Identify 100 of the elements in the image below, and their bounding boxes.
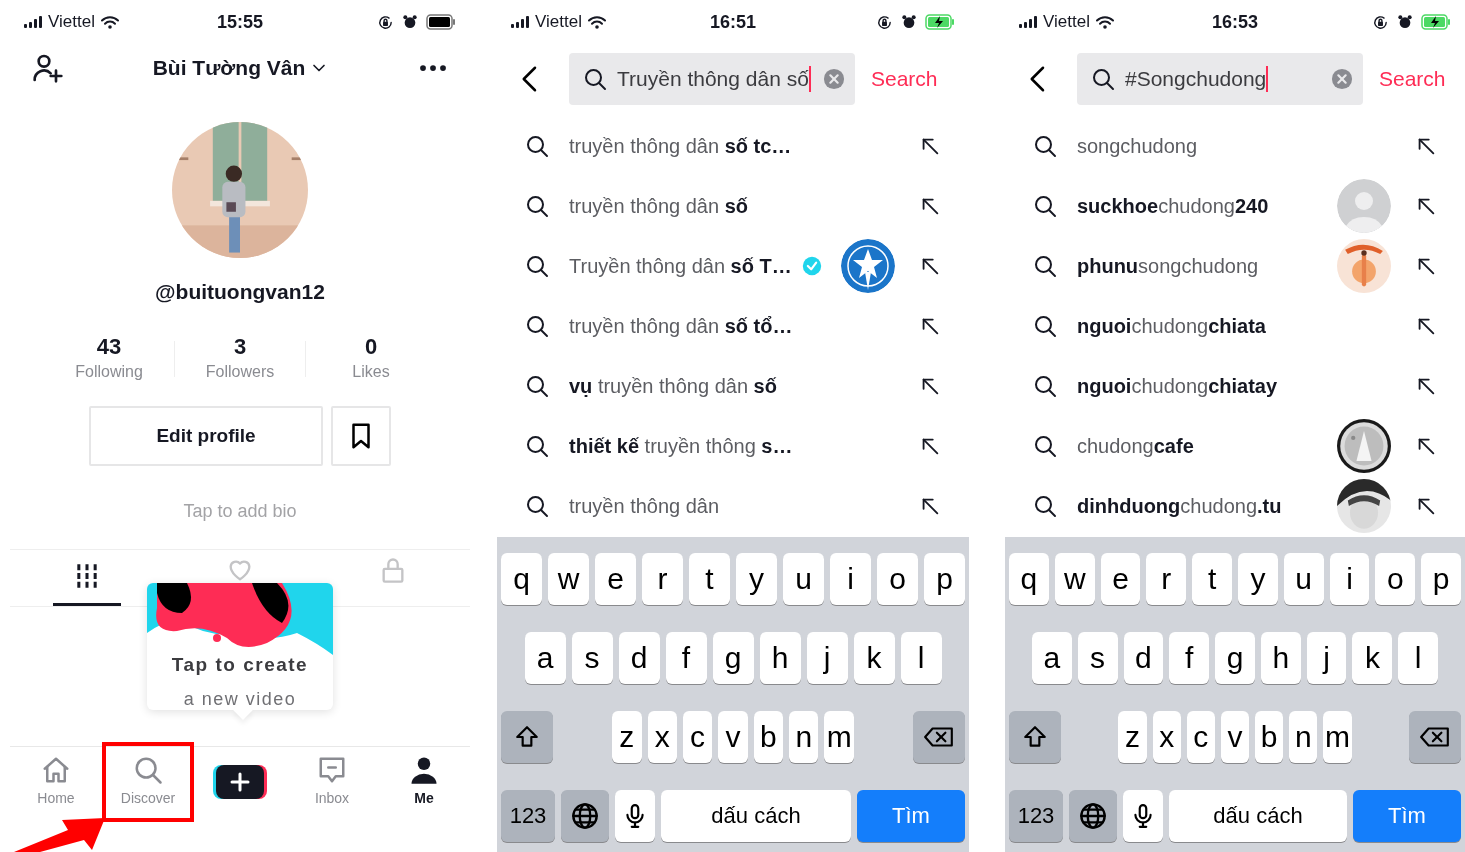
- key[interactable]: f: [1169, 632, 1210, 684]
- key[interactable]: d: [1123, 632, 1164, 684]
- suggestion-text[interactable]: phunusongchudong: [1077, 251, 1259, 281]
- key[interactable]: q: [501, 553, 542, 605]
- key[interactable]: g: [712, 632, 754, 684]
- key[interactable]: u: [783, 553, 824, 605]
- key[interactable]: p: [1421, 553, 1461, 605]
- search-field[interactable]: #Songchudong: [1077, 53, 1363, 105]
- backspace-key[interactable]: [913, 711, 965, 763]
- key[interactable]: t: [1192, 553, 1232, 605]
- search-icon: [1033, 254, 1057, 278]
- suggestion-text[interactable]: truyền thông dân: [569, 491, 720, 521]
- suggestion-text[interactable]: nguoichudongchiatay: [1077, 371, 1278, 401]
- key[interactable]: i: [1329, 553, 1370, 605]
- key[interactable]: x: [1152, 711, 1181, 763]
- key[interactable]: p: [924, 553, 965, 605]
- key[interactable]: s: [1077, 632, 1118, 684]
- space-key[interactable]: dấu cách: [1169, 790, 1347, 842]
- key[interactable]: r: [642, 553, 683, 605]
- key[interactable]: b: [753, 711, 784, 763]
- key[interactable]: o: [1375, 553, 1416, 605]
- key[interactable]: g: [1215, 632, 1255, 684]
- suggestion-text[interactable]: vụ truyền thông dân số: [569, 371, 777, 401]
- key[interactable]: c: [1186, 711, 1215, 763]
- numbers-key[interactable]: 123: [1009, 790, 1063, 842]
- bookmark-button[interactable]: [331, 405, 391, 466]
- nav-tab[interactable]: Inbox: [286, 747, 378, 816]
- key[interactable]: a: [1031, 632, 1072, 684]
- key[interactable]: n: [789, 711, 819, 763]
- key[interactable]: b: [1255, 711, 1284, 763]
- key[interactable]: m: [824, 711, 854, 763]
- key[interactable]: j: [1306, 632, 1347, 684]
- key[interactable]: w: [1054, 553, 1095, 605]
- key[interactable]: k: [1352, 632, 1393, 684]
- search-key[interactable]: Tìm: [857, 790, 965, 842]
- search-button[interactable]: Search: [1379, 63, 1446, 95]
- edit-profile-button[interactable]: Edit profile: [89, 405, 323, 466]
- nav-tab[interactable]: Me: [378, 747, 470, 816]
- key[interactable]: o: [877, 553, 918, 605]
- shift-key[interactable]: [501, 711, 553, 763]
- key[interactable]: k: [853, 632, 895, 684]
- search-key[interactable]: Tìm: [1353, 790, 1461, 842]
- key[interactable]: r: [1146, 553, 1187, 605]
- key[interactable]: d: [618, 632, 660, 684]
- globe-key[interactable]: [1069, 790, 1117, 842]
- key[interactable]: z: [612, 711, 642, 763]
- key[interactable]: a: [524, 632, 566, 684]
- search-icon: [1033, 194, 1057, 218]
- clear-icon[interactable]: [1331, 68, 1353, 90]
- key[interactable]: e: [595, 553, 636, 605]
- suggestion-text[interactable]: suckhoechudong240: [1077, 191, 1269, 221]
- search-icon: [1033, 494, 1057, 518]
- key[interactable]: s: [571, 632, 613, 684]
- create-tooltip[interactable]: Tap to create a new video: [147, 583, 333, 710]
- mic-key[interactable]: [615, 790, 655, 842]
- key[interactable]: n: [1289, 711, 1318, 763]
- key[interactable]: m: [1323, 711, 1352, 763]
- suggestion-text[interactable]: chudongcafe: [1077, 431, 1194, 461]
- profile-name[interactable]: Bùi Tường Vân: [152, 52, 306, 84]
- key[interactable]: h: [1260, 632, 1301, 684]
- suggestion-text[interactable]: truyền thông dân số tổ…: [569, 311, 793, 341]
- create-button[interactable]: [213, 764, 267, 799]
- key[interactable]: j: [806, 632, 848, 684]
- key[interactable]: l: [900, 632, 942, 684]
- suggestion-text[interactable]: thiết kế truyền thông s…: [569, 431, 793, 461]
- text-cursor: [808, 66, 811, 92]
- alarm-icon: [1397, 14, 1413, 30]
- key[interactable]: y: [1238, 553, 1278, 605]
- key[interactable]: y: [736, 553, 777, 605]
- key[interactable]: f: [665, 632, 707, 684]
- search-field[interactable]: Truyền thông dân số: [569, 53, 855, 105]
- key[interactable]: v: [718, 711, 748, 763]
- space-key[interactable]: dấu cách: [661, 790, 851, 842]
- clear-icon[interactable]: [823, 68, 845, 90]
- key[interactable]: h: [759, 632, 801, 684]
- add-friend-icon[interactable]: [32, 52, 64, 84]
- key[interactable]: z: [1118, 711, 1147, 763]
- key[interactable]: c: [682, 711, 713, 763]
- suggestion-text[interactable]: truyền thông dân số tc…: [569, 131, 792, 161]
- suggestion-text[interactable]: nguoichudongchiata: [1077, 311, 1266, 341]
- carrier-name: Viettel: [1043, 11, 1090, 34]
- key[interactable]: q: [1009, 553, 1049, 605]
- key[interactable]: u: [1283, 553, 1324, 605]
- mic-key[interactable]: [1123, 790, 1163, 842]
- key[interactable]: w: [548, 553, 589, 605]
- key[interactable]: v: [1220, 711, 1250, 763]
- suggestion-text[interactable]: truyền thông dân số: [569, 191, 749, 221]
- shift-key[interactable]: [1009, 711, 1061, 763]
- key[interactable]: i: [830, 553, 871, 605]
- numbers-key[interactable]: 123: [501, 790, 555, 842]
- search-button[interactable]: Search: [871, 63, 938, 95]
- key[interactable]: x: [647, 711, 677, 763]
- key[interactable]: e: [1100, 553, 1141, 605]
- suggestion-text[interactable]: Truyền thông dân số T…: [569, 251, 792, 281]
- suggestion-text[interactable]: dinhduongchudong.tu: [1077, 491, 1282, 521]
- key[interactable]: t: [689, 553, 730, 605]
- backspace-key[interactable]: [1409, 711, 1461, 763]
- key[interactable]: l: [1398, 632, 1439, 684]
- globe-key[interactable]: [561, 790, 609, 842]
- suggestion-text[interactable]: songchudong: [1077, 131, 1198, 161]
